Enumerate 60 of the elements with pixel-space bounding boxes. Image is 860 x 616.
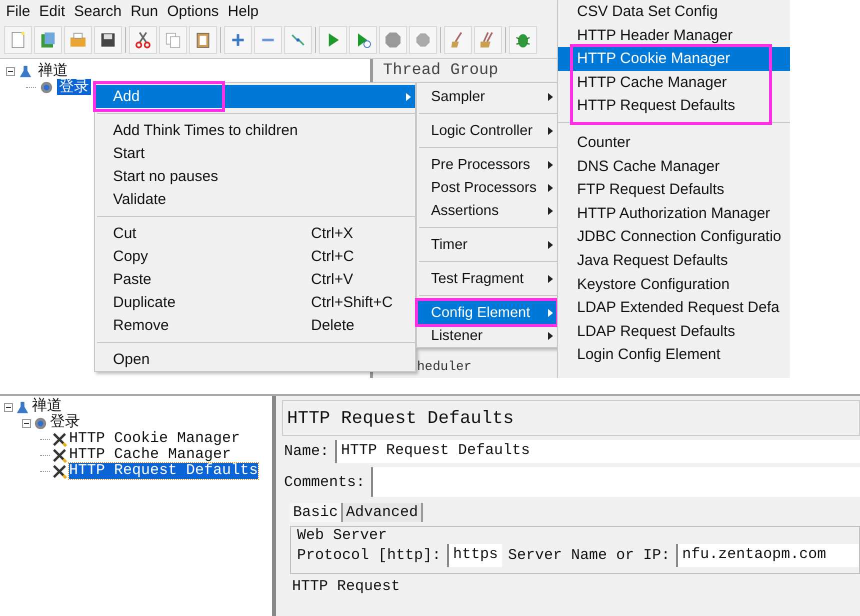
field-label: Name: <box>284 443 330 460</box>
menu-item[interactable]: Help <box>228 2 259 20</box>
group-title: HTTP Request <box>291 578 402 595</box>
menu-item[interactable]: Timer <box>417 233 557 256</box>
menu-item[interactable]: Keystore Configuration <box>558 272 790 296</box>
menu-item[interactable]: Logic Controller <box>417 119 557 142</box>
menu-item[interactable]: FTP Request Defaults <box>558 178 790 202</box>
tree-node[interactable]: 登录 <box>57 79 91 95</box>
menu-item[interactable]: Java Request Defaults <box>558 248 790 273</box>
panel-title: Thread Group <box>383 62 498 79</box>
panel-title: HTTP Request Defaults <box>282 400 860 436</box>
field-label: Server Name or IP: <box>508 547 670 564</box>
protocol-field[interactable]: https <box>447 544 502 567</box>
menu-item[interactable]: Pre Processors <box>417 153 557 176</box>
menu-item[interactable]: LDAP Extended Request Defa <box>558 296 790 320</box>
menu-item[interactable]: Listener <box>417 324 557 347</box>
menu-item[interactable]: Config Element <box>417 301 557 324</box>
menu-item[interactable]: Sampler <box>417 85 557 108</box>
tab[interactable]: Advanced <box>343 503 424 522</box>
tree-node[interactable]: HTTP Cache Manager <box>69 447 232 463</box>
menu-item[interactable]: Test Fragment <box>417 267 557 290</box>
menu-item[interactable]: Post Processors <box>417 176 557 199</box>
tree-node[interactable]: 登录 <box>50 415 80 431</box>
menu-item[interactable]: HTTP Cookie Manager <box>558 47 790 71</box>
field-label: Protocol [http]: <box>297 547 442 564</box>
tree-node[interactable]: 禅道 <box>32 399 62 415</box>
tree-node[interactable]: 禅道 <box>36 63 70 79</box>
tree-node[interactable]: HTTP Request Defaults <box>69 463 258 479</box>
tree-node[interactable]: HTTP Cookie Manager <box>69 431 240 447</box>
server-field[interactable]: nfu.zentaopm.com <box>676 544 859 567</box>
menu-item[interactable]: Search <box>74 2 122 20</box>
menu-item[interactable]: LDAP Request Defaults <box>558 320 790 344</box>
menu-item[interactable]: Open <box>95 348 415 371</box>
menu-item[interactable]: Validate <box>95 188 415 211</box>
tab[interactable]: Basic <box>290 503 344 522</box>
menu-item[interactable]: Paste Ctrl+V <box>95 268 415 291</box>
menu-item[interactable]: Edit <box>39 2 66 20</box>
menu-item[interactable]: HTTP Authorization Manager <box>558 202 790 226</box>
menu-item[interactable]: File <box>6 2 30 20</box>
menu-item[interactable]: Start no pauses <box>95 165 415 188</box>
menu-item[interactable]: HTTP Request Defaults <box>558 94 790 118</box>
menu-item[interactable]: Add Think Times to children <box>95 119 415 142</box>
menu-item[interactable]: DNS Cache Manager <box>558 154 790 178</box>
menu-item[interactable]: Assertions <box>417 199 557 222</box>
menu-item[interactable]: Run <box>130 2 158 20</box>
menu-item[interactable]: HTTP Cache Manager <box>558 70 790 94</box>
menu-item[interactable]: Start <box>95 142 415 165</box>
menu-item[interactable]: Duplicate Ctrl+Shift+C <box>95 291 415 314</box>
field-label: Comments: <box>284 474 366 490</box>
menu-item[interactable]: CSV Data Set Config <box>558 0 790 24</box>
field-label: heduler <box>417 359 472 374</box>
menu-item[interactable]: HTTP Header Manager <box>558 24 790 48</box>
menu-item[interactable]: Cut Ctrl+X <box>95 222 415 245</box>
menu-item[interactable]: JDBC Connection Configuratio <box>558 225 790 249</box>
menu-item[interactable]: Options <box>167 2 219 20</box>
menu-item[interactable]: Remove Delete <box>95 314 415 337</box>
menu-item[interactable]: Counter <box>558 130 790 155</box>
menu-item[interactable]: Copy Ctrl+C <box>95 245 415 268</box>
menu-item[interactable]: Login Config Element <box>558 343 790 367</box>
name-field[interactable]: HTTP Request Defaults <box>335 440 860 463</box>
